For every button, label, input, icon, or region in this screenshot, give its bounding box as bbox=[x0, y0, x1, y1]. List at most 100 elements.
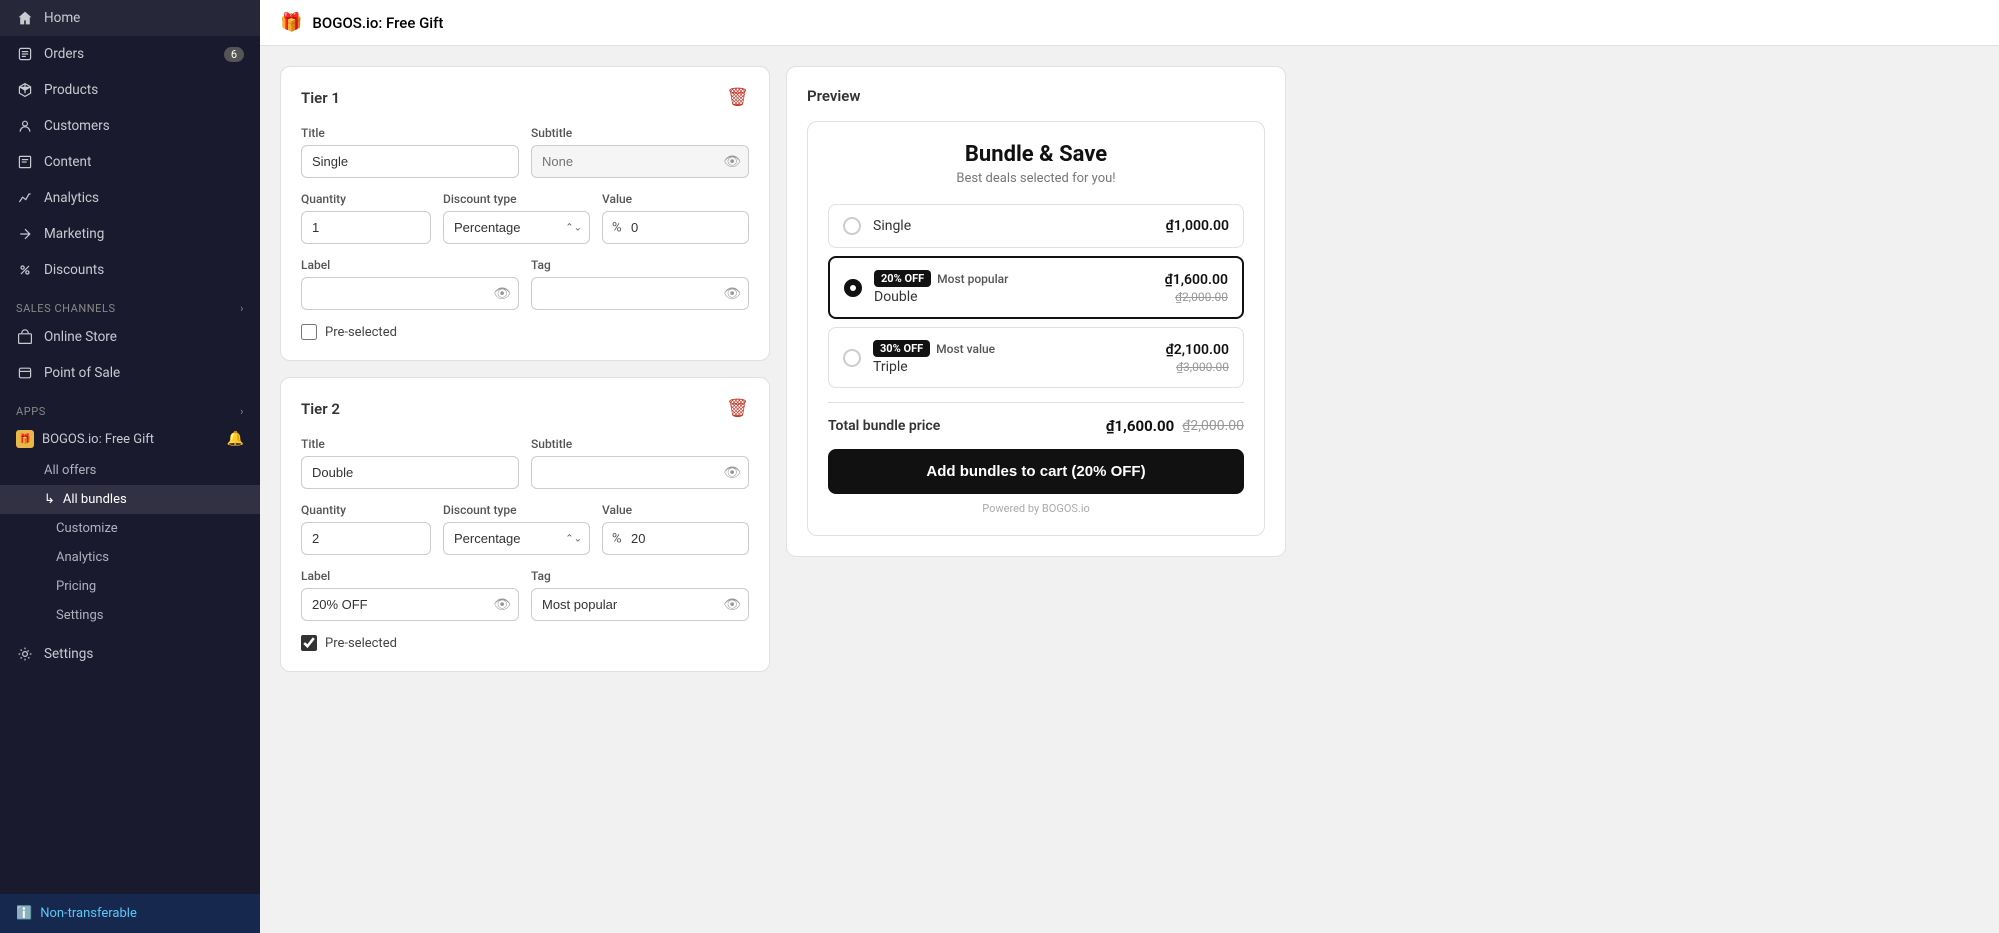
tier2-title-label: Title bbox=[301, 437, 519, 451]
bundle-widget-title: Bundle & Save bbox=[828, 142, 1244, 167]
content-icon bbox=[16, 153, 34, 171]
settings-label: Settings bbox=[44, 646, 93, 662]
tier2-title-input[interactable] bbox=[301, 456, 519, 489]
tier2-subtitle-eye-icon[interactable]: 👁 bbox=[723, 465, 741, 481]
badge-20off: 20% OFF bbox=[874, 270, 931, 287]
tier1-subtitle-label: Subtitle bbox=[531, 126, 749, 140]
tier1-quantity-label: Quantity bbox=[301, 192, 431, 206]
notification-bell-icon[interactable]: 🔔 bbox=[227, 431, 244, 447]
sidebar-item-analytics[interactable]: Analytics bbox=[0, 543, 260, 572]
sidebar-nav-marketing[interactable]: Marketing bbox=[0, 216, 260, 252]
tier1-discount-type-select[interactable]: Percentage Fixed bbox=[443, 211, 590, 244]
tier1-quantity-input[interactable] bbox=[301, 211, 431, 244]
tier2-title: Tier 2 bbox=[301, 400, 340, 418]
sales-channels-section: Sales channels › bbox=[0, 288, 260, 319]
bottom-label: Non-transferable bbox=[40, 906, 137, 921]
point-of-sale-label: Point of Sale bbox=[44, 365, 120, 381]
bundle-double-original: ₫2,000.00 bbox=[1175, 290, 1228, 304]
tier2-label-input[interactable] bbox=[301, 588, 519, 621]
sidebar-nav-home[interactable]: Home bbox=[0, 0, 260, 36]
tier1-card: Tier 1 🗑 Title Subtitle 👁 bbox=[280, 66, 770, 361]
tier2-subtitle-input[interactable] bbox=[531, 456, 749, 489]
add-to-cart-button[interactable]: Add bundles to cart (20% OFF) bbox=[828, 449, 1244, 494]
sidebar-nav-content[interactable]: Content bbox=[0, 144, 260, 180]
bundle-option-triple[interactable]: 30% OFF Most value Triple ₫2,100.00 ₫3,0… bbox=[828, 327, 1244, 388]
tier2-card: Tier 2 🗑 Title Subtitle 👁 bbox=[280, 377, 770, 672]
tier1-delete-button[interactable]: 🗑 bbox=[726, 87, 749, 108]
tier1-value-input[interactable] bbox=[602, 211, 749, 244]
sales-channels-chevron: › bbox=[240, 302, 244, 315]
tier2-quantity-input[interactable] bbox=[301, 522, 431, 555]
sidebar-nav-customers[interactable]: Customers bbox=[0, 108, 260, 144]
tier1-title: Tier 1 bbox=[301, 89, 340, 107]
preview-title: Preview bbox=[807, 87, 1265, 105]
analytics-icon bbox=[16, 189, 34, 207]
sidebar-nav-analytics[interactable]: Analytics bbox=[0, 180, 260, 216]
bundle-total-original: ₫2,000.00 bbox=[1182, 418, 1244, 434]
sidebar-nav-analytics-label: Analytics bbox=[44, 190, 99, 206]
apps-title: Apps bbox=[16, 405, 46, 418]
sidebar-nav-products[interactable]: Products bbox=[0, 72, 260, 108]
pricing-label: Pricing bbox=[56, 579, 96, 594]
bundle-option-single[interactable]: Single ₫1,000.00 bbox=[828, 204, 1244, 248]
tier2-tag-eye-icon[interactable]: 👁 bbox=[723, 597, 741, 613]
all-bundles-label: All bundles bbox=[63, 492, 127, 507]
tier1-tag-eye-icon[interactable]: 👁 bbox=[723, 286, 741, 302]
tier1-tag-input[interactable] bbox=[531, 277, 749, 310]
tier1-label-input[interactable] bbox=[301, 277, 519, 310]
sidebar-app-bogos[interactable]: 🎁 BOGOS.io: Free Gift 🔔 bbox=[0, 422, 260, 456]
top-bar: 🎁 BOGOS.io: Free Gift bbox=[260, 0, 1999, 46]
bundle-triple-badges: 30% OFF Most value bbox=[873, 340, 1154, 357]
sales-channels-title: Sales channels bbox=[16, 302, 116, 315]
sidebar-item-all-offers[interactable]: All offers bbox=[0, 456, 260, 485]
bundle-option-triple-info: 30% OFF Most value Triple bbox=[873, 340, 1154, 375]
bundle-option-double[interactable]: 20% OFF Most popular Double ₫1,600.00 ₫2… bbox=[828, 256, 1244, 319]
bundle-triple-prices: ₫2,100.00 ₫3,000.00 bbox=[1166, 342, 1229, 374]
sidebar-item-pricing[interactable]: Pricing bbox=[0, 572, 260, 601]
tier2-value-label: Value bbox=[602, 503, 749, 517]
content-area: Tier 1 🗑 Title Subtitle 👁 bbox=[260, 46, 1999, 933]
sidebar-nav-point-of-sale[interactable]: Point of Sale bbox=[0, 355, 260, 391]
bundle-option-single-info: Single bbox=[873, 218, 1154, 234]
powered-by: Powered by BOGOS.io bbox=[828, 502, 1244, 515]
topbar-gift-icon: 🎁 bbox=[280, 12, 302, 33]
sidebar-item-all-bundles[interactable]: ↳ All bundles bbox=[0, 485, 260, 514]
tier1-tag-label: Tag bbox=[531, 258, 749, 272]
sidebar-nav-orders-label: Orders bbox=[44, 46, 84, 62]
apps-chevron: › bbox=[240, 405, 244, 418]
sidebar-nav-online-store[interactable]: Online Store bbox=[0, 319, 260, 355]
radio-triple bbox=[843, 349, 861, 367]
tier1-label-eye-icon[interactable]: 👁 bbox=[493, 286, 511, 302]
tier2-label-eye-icon[interactable]: 👁 bbox=[493, 597, 511, 613]
tier1-label-label: Label bbox=[301, 258, 519, 272]
preview-panel: Preview Bundle & Save Best deals selecte… bbox=[786, 66, 1286, 557]
tier1-title-input[interactable] bbox=[301, 145, 519, 178]
tier1-subtitle-input[interactable] bbox=[531, 145, 749, 178]
bundle-triple-original: ₫3,000.00 bbox=[1176, 360, 1229, 374]
sidebar-nav-orders[interactable]: Orders 6 bbox=[0, 36, 260, 72]
topbar-title: BOGOS.io: Free Gift bbox=[312, 14, 443, 32]
sidebar-nav-content-label: Content bbox=[44, 154, 91, 170]
bundle-widget-subtitle: Best deals selected for you! bbox=[828, 171, 1244, 186]
tier2-preselected-label: Pre-selected bbox=[325, 636, 397, 651]
tier1-preselected-checkbox[interactable] bbox=[301, 324, 317, 340]
sidebar-item-settings-sub[interactable]: Settings bbox=[0, 601, 260, 630]
apps-section: Apps › bbox=[0, 391, 260, 422]
sidebar-nav-discounts[interactable]: Discounts bbox=[0, 252, 260, 288]
tier1-discount-type-label: Discount type bbox=[443, 192, 590, 206]
sidebar-nav-settings[interactable]: Settings bbox=[0, 636, 260, 672]
tier2-delete-button[interactable]: 🗑 bbox=[726, 398, 749, 419]
home-icon bbox=[16, 9, 34, 27]
tier2-tag-input[interactable] bbox=[531, 588, 749, 621]
sidebar-nav-marketing-label: Marketing bbox=[44, 226, 104, 242]
bundle-widget: Bundle & Save Best deals selected for yo… bbox=[807, 121, 1265, 536]
tier1-value-prefix: % bbox=[612, 220, 622, 235]
tier2-preselected-checkbox[interactable] bbox=[301, 635, 317, 651]
sidebar-item-customize[interactable]: Customize bbox=[0, 514, 260, 543]
all-bundles-arrow: ↳ bbox=[44, 492, 55, 507]
tier1-subtitle-eye-icon[interactable]: 👁 bbox=[723, 154, 741, 170]
tier2-discount-type-select[interactable]: Percentage Fixed bbox=[443, 522, 590, 555]
tier2-value-input[interactable] bbox=[602, 522, 749, 555]
sidebar-nav-products-label: Products bbox=[44, 82, 98, 98]
bogos-app-icon: 🎁 bbox=[16, 430, 34, 448]
